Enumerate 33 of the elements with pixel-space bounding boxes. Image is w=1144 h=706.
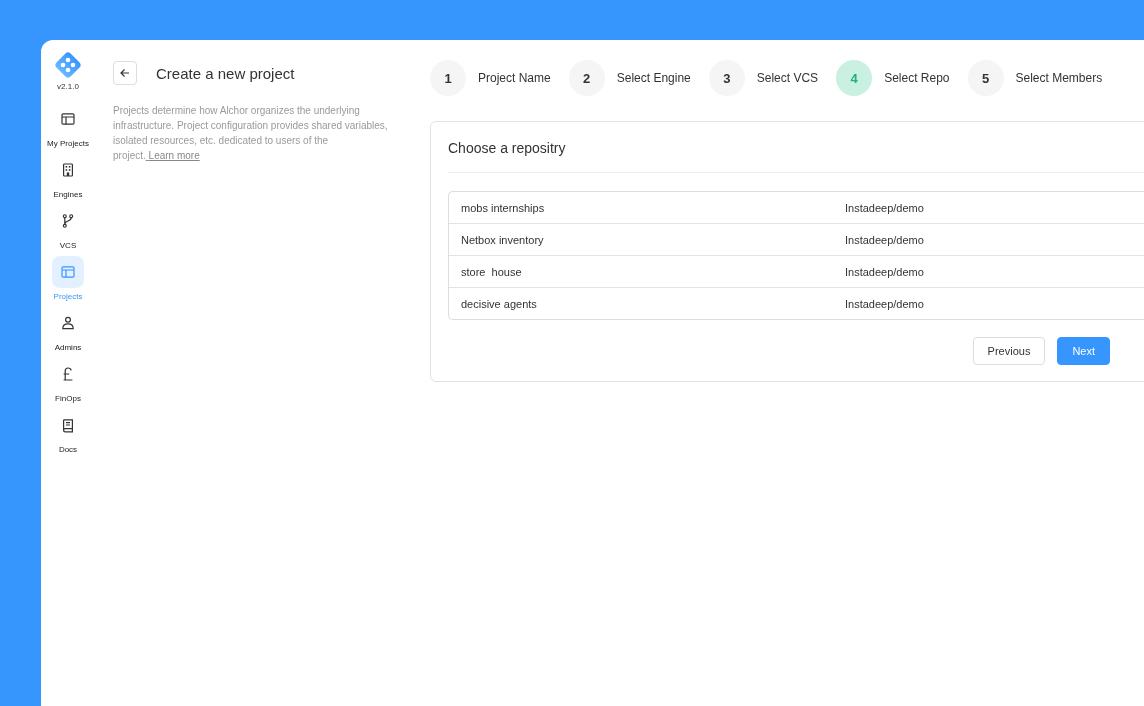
repository-source: Instadeep/demo [845,201,924,214]
wizard-step[interactable]: 3 Select VCS [708,60,819,96]
layout-icon [60,264,76,280]
sidebar-item[interactable]: Admins [52,307,84,358]
repository-name: store house [460,265,523,278]
learn-more-link[interactable]: Learn more [145,150,200,161]
layout-icon [60,111,76,127]
book-icon [60,417,76,433]
wizard-step[interactable]: 5 Select Members [967,60,1103,96]
back-arrow-icon [119,67,131,79]
sidebar-item[interactable]: VCS [52,205,84,256]
repository-source: Instadeep/demo [845,265,924,278]
sidebar-item[interactable]: My Projects [47,103,89,154]
sidebar-item[interactable]: Engines [52,154,84,205]
sidebar-item[interactable]: Docs [52,409,84,460]
previous-button[interactable]: Previous [972,337,1046,365]
wizard-step[interactable]: 1 Project Name [430,60,551,96]
building-icon [60,162,76,178]
repository-name: Netbox inventory [460,233,545,246]
version-label: v2.1.0 [57,82,79,91]
repository-name: decisive agents [460,297,538,310]
card-title: Choose a repositry [448,122,1144,173]
branch-icon [60,213,76,229]
wizard-step[interactable]: 2 Select Engine [568,60,691,96]
repository-source: Instadeep/demo [845,297,924,310]
page-title: Create a new project [156,64,295,82]
people-icon [60,315,76,331]
repository-name: mobs internships [460,201,546,214]
repository-source: Instadeep/demo [845,233,924,246]
back-button[interactable] [113,61,137,85]
sidebar-item[interactable]: FinOps [52,358,84,409]
wizard-step[interactable]: 4 Select Repo [836,60,950,96]
description-text: Projects determine how Alchor organizes the underlying infrastructure. Project configuration provides shared variables, isolated resources, etc. dedicated to users of the project. Learn more [113,104,389,163]
